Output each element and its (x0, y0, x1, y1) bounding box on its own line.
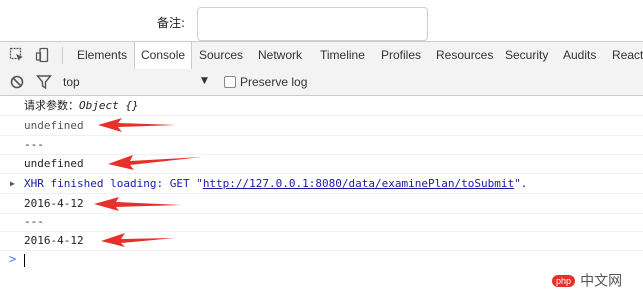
tab-separator (62, 47, 63, 64)
preserve-log-checkbox[interactable] (224, 76, 236, 88)
filter-icon[interactable] (36, 74, 52, 90)
console-text: 2016-4-12 (24, 197, 84, 210)
inspect-element-icon[interactable] (9, 47, 25, 63)
xhr-message: XHR finished loading: GET "http://127.0.… (24, 174, 527, 193)
console-message: --- (0, 135, 643, 155)
console-text: 请求参数：Object {} (24, 96, 139, 115)
xhr-prefix: XHR finished loading: GET " (24, 177, 203, 190)
devtools-tab-bar: Elements Console Sources Network Timelin… (0, 41, 643, 70)
console-text: --- (24, 215, 44, 228)
clear-console-icon[interactable] (9, 74, 25, 90)
site-watermark: php 中文网 (552, 270, 622, 292)
annotation-arrow (108, 155, 202, 170)
remark-label: 备注: (157, 16, 186, 30)
object-value[interactable]: Object {} (79, 99, 139, 112)
xhr-url-link[interactable]: http://127.0.0.1:8080/data/examinePlan/t… (203, 177, 514, 190)
annotation-arrow (101, 233, 175, 247)
annotation-arrow (98, 118, 176, 132)
xhr-suffix: ". (514, 177, 528, 190)
preserve-log-label: Preserve log (240, 75, 308, 89)
tab-sources[interactable]: Sources (199, 42, 243, 69)
context-select[interactable]: top (63, 75, 80, 89)
device-mode-icon[interactable] (35, 47, 51, 63)
tab-console[interactable]: Console (134, 42, 193, 70)
console-text: undefined (24, 119, 84, 132)
expand-triangle-icon[interactable]: ▶ (10, 174, 15, 193)
request-params-label: 请求参数： (24, 99, 79, 112)
tab-resources[interactable]: Resources (436, 42, 493, 69)
tab-network[interactable]: Network (258, 42, 302, 69)
console-prompt-icon: > (9, 252, 17, 266)
console-message: undefined (0, 154, 643, 174)
chevron-down-icon[interactable]: ▼ (201, 76, 208, 86)
console-message: 2016-4-12 (0, 231, 643, 251)
console-message: --- (0, 212, 643, 232)
console-toolbar: top ▼ Preserve log (0, 69, 643, 96)
tab-audits[interactable]: Audits (563, 42, 596, 69)
console-message: 请求参数：Object {} (0, 96, 643, 116)
tab-security[interactable]: Security (505, 42, 548, 69)
console-input[interactable] (24, 254, 25, 267)
annotation-arrow (94, 197, 182, 211)
remark-input[interactable] (197, 7, 428, 41)
tab-elements[interactable]: Elements (77, 42, 127, 69)
console-message: ▶ XHR finished loading: GET "http://127.… (0, 174, 643, 194)
console-text: undefined (24, 157, 84, 170)
tab-react[interactable]: React (612, 42, 643, 69)
watermark-text: 中文网 (580, 273, 623, 290)
php-badge: php (552, 274, 576, 287)
console-message: undefined (0, 116, 643, 136)
console-text: 2016-4-12 (24, 234, 84, 247)
tab-timeline[interactable]: Timeline (320, 42, 365, 69)
tab-profiles[interactable]: Profiles (381, 42, 421, 69)
console-text: --- (24, 138, 44, 151)
page-form-area: 备注: (0, 0, 643, 41)
